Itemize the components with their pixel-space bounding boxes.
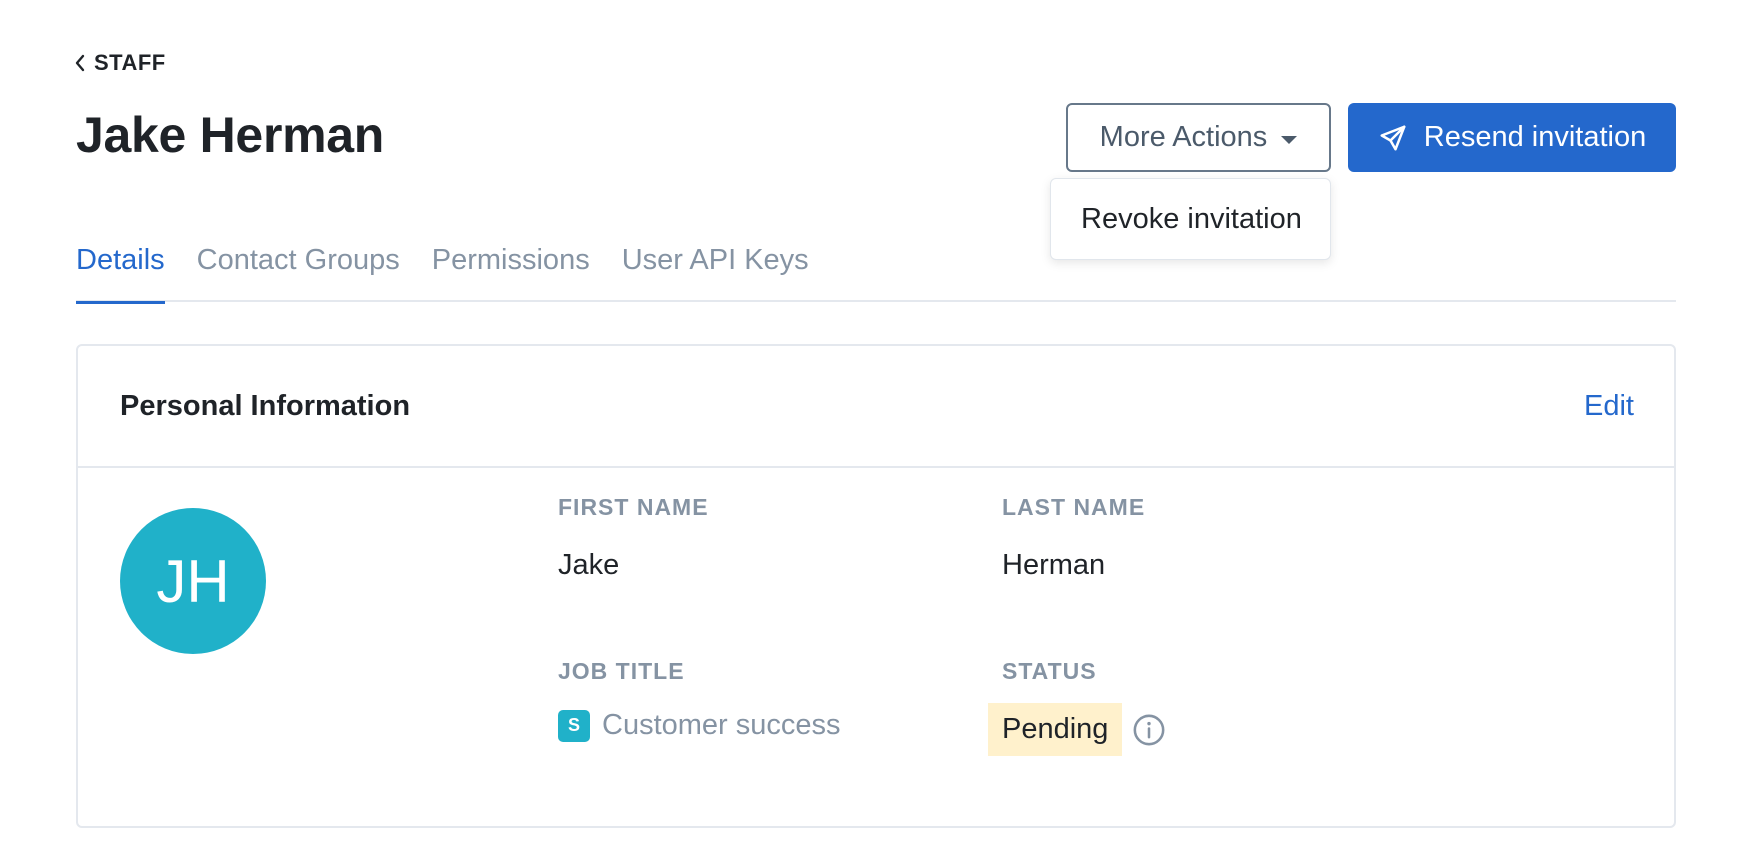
breadcrumb-label: STAFF (94, 50, 166, 75)
tab-permissions[interactable]: Permissions (432, 240, 590, 302)
status-label: STATUS (1002, 658, 1097, 684)
resend-invitation-label: Resend invitation (1423, 121, 1647, 153)
status-badge: Pending (988, 703, 1123, 756)
tab-user-api-keys[interactable]: User API Keys (622, 240, 809, 302)
last-name-field: LAST NAME Herman (1002, 494, 1145, 582)
job-title-value: Customer success (602, 709, 841, 741)
caret-down-icon (1281, 135, 1298, 144)
job-title-row: S Customer success (558, 709, 841, 742)
first-name-field: FIRST NAME Jake (558, 494, 709, 582)
more-actions-button[interactable]: More Actions (1066, 103, 1331, 172)
job-title-field: JOB TITLE S Customer success (558, 658, 841, 742)
first-name-label: FIRST NAME (558, 494, 709, 520)
status-field: STATUS Pending (988, 658, 1166, 756)
edit-link[interactable]: Edit (1584, 390, 1634, 423)
personal-information-card: Personal Information Edit JH FIRST NAME … (76, 344, 1676, 828)
last-name-value: Herman (1002, 549, 1106, 581)
page-title: Jake Herman (76, 107, 385, 163)
tab-contact-groups[interactable]: Contact Groups (197, 240, 400, 302)
chevron-left-icon (75, 54, 85, 72)
profile-tabs: Details Contact Groups Permissions User … (76, 240, 1676, 304)
tab-details[interactable]: Details (76, 240, 165, 304)
first-name-value: Jake (558, 549, 620, 581)
card-title: Personal Information (120, 389, 411, 422)
info-circle-icon[interactable] (1132, 713, 1166, 747)
resend-invitation-button[interactable]: Resend invitation (1348, 103, 1676, 172)
card-header: Personal Information Edit (78, 346, 1674, 468)
back-to-staff-link[interactable]: STAFF (74, 50, 166, 76)
job-title-label: JOB TITLE (558, 658, 685, 684)
more-actions-label: More Actions (1099, 121, 1268, 153)
status-row: Pending (988, 703, 1166, 756)
job-title-badge: S (558, 709, 590, 742)
last-name-label: LAST NAME (1002, 494, 1146, 520)
revoke-invitation-menu-item[interactable]: Revoke invitation (1051, 203, 1330, 236)
paper-plane-icon (1380, 125, 1406, 150)
avatar: JH (120, 508, 266, 654)
